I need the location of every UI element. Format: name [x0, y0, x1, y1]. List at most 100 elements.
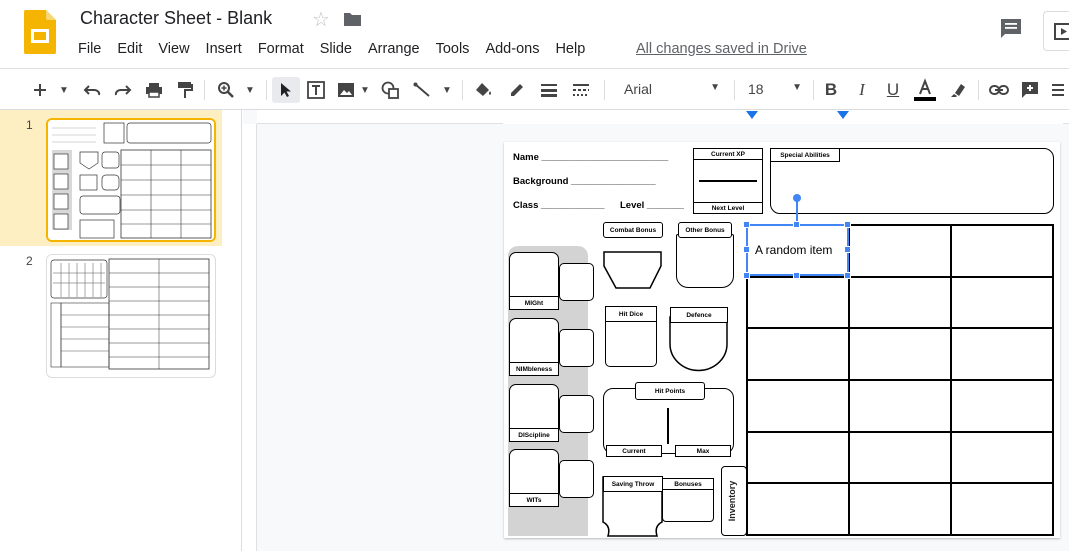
- discipline-modifier-box[interactable]: [559, 395, 594, 433]
- new-slide-icon[interactable]: [30, 77, 50, 103]
- vertical-ruler[interactable]: [243, 124, 257, 551]
- slides-logo-icon[interactable]: [24, 10, 56, 54]
- star-icon[interactable]: ☆: [312, 7, 330, 32]
- menu-addons[interactable]: Add-ons: [477, 40, 547, 58]
- shape-icon[interactable]: [378, 77, 402, 103]
- bold-icon[interactable]: B: [820, 77, 842, 103]
- border-color-icon[interactable]: [505, 77, 529, 103]
- text-box-icon[interactable]: [304, 77, 328, 103]
- inventory-label: Inventory: [727, 480, 737, 522]
- horizontal-ruler[interactable]: [257, 110, 1069, 124]
- text-color-icon[interactable]: [912, 77, 938, 103]
- selected-text-content[interactable]: A random item: [755, 243, 832, 257]
- document-title[interactable]: Character Sheet - Blank: [80, 8, 272, 29]
- resize-handle-bottom[interactable]: [793, 272, 800, 279]
- combat-bonus-shield-icon[interactable]: [603, 236, 663, 290]
- toolbar-divider: [604, 80, 605, 100]
- defence-shield-icon[interactable]: [669, 316, 729, 372]
- fill-color-icon[interactable]: [472, 77, 496, 103]
- right-indent-marker-icon[interactable]: [837, 111, 849, 119]
- border-dash-icon[interactable]: [569, 77, 593, 103]
- level-label: Level _______: [620, 200, 684, 211]
- menu-arrange[interactable]: Arrange: [360, 40, 428, 58]
- inventory-cell[interactable]: [848, 430, 952, 485]
- line-icon[interactable]: [410, 77, 434, 103]
- wits-modifier-box[interactable]: [559, 460, 594, 498]
- slide-thumbnail[interactable]: [46, 254, 216, 378]
- hit-dice-box[interactable]: [605, 320, 657, 367]
- inventory-cell[interactable]: [848, 378, 952, 433]
- ruler-text-area: [503, 110, 1063, 124]
- font-family-select[interactable]: Arial ▼: [620, 79, 724, 101]
- rotate-handle-icon[interactable]: [793, 194, 801, 202]
- inventory-cell[interactable]: [746, 327, 850, 381]
- menu-format[interactable]: Format: [250, 40, 312, 58]
- menu-bar: File Edit View Insert Format Slide Arran…: [70, 40, 593, 58]
- highlight-color-icon[interactable]: [946, 77, 970, 103]
- might-modifier-box[interactable]: [559, 263, 594, 301]
- resize-handle-bottom-left[interactable]: [743, 272, 750, 279]
- inventory-cell[interactable]: [950, 378, 1054, 433]
- menu-view[interactable]: View: [150, 40, 197, 58]
- menu-tools[interactable]: Tools: [428, 40, 478, 58]
- underline-icon[interactable]: U: [882, 77, 904, 103]
- more-options-icon[interactable]: [1048, 77, 1068, 103]
- inventory-cell[interactable]: [950, 275, 1054, 330]
- menu-insert[interactable]: Insert: [198, 40, 250, 58]
- inventory-cell[interactable]: [746, 378, 850, 433]
- new-slide-dropdown-icon[interactable]: ▼: [56, 77, 72, 103]
- paint-format-icon[interactable]: [173, 77, 197, 103]
- toolbar: ▼ ▼ ▼ ▼ Arial ▼ 18 ▼ B I U: [0, 68, 1069, 110]
- folder-icon[interactable]: [343, 12, 362, 27]
- font-size-select[interactable]: 18 ▼: [744, 79, 806, 101]
- comment-icon[interactable]: [999, 18, 1023, 40]
- print-icon[interactable]: [142, 77, 166, 103]
- inventory-cell[interactable]: [950, 327, 1054, 381]
- nimbleness-modifier-box[interactable]: [559, 329, 594, 367]
- resize-handle-top-left[interactable]: [743, 221, 750, 228]
- inventory-cell[interactable]: [848, 224, 952, 278]
- wits-label: WITs: [509, 493, 559, 507]
- italic-icon[interactable]: I: [851, 77, 873, 103]
- slide-number: 2: [26, 254, 33, 268]
- filmstrip-slide-1[interactable]: 1: [0, 110, 222, 246]
- menu-file[interactable]: File: [70, 40, 109, 58]
- resize-handle-right[interactable]: [844, 246, 851, 253]
- resize-handle-top-right[interactable]: [844, 221, 851, 228]
- insert-link-icon[interactable]: [987, 77, 1011, 103]
- resize-handle-top[interactable]: [793, 221, 800, 228]
- image-icon[interactable]: [334, 77, 358, 103]
- menu-help[interactable]: Help: [547, 40, 593, 58]
- inventory-cell[interactable]: [848, 327, 952, 381]
- inventory-cell[interactable]: [746, 275, 850, 330]
- resize-handle-left[interactable]: [743, 246, 750, 253]
- redo-icon[interactable]: [111, 77, 135, 103]
- select-tool-icon[interactable]: [272, 77, 300, 103]
- menu-slide[interactable]: Slide: [312, 40, 360, 58]
- add-comment-icon[interactable]: [1018, 77, 1042, 103]
- image-dropdown-icon[interactable]: ▼: [358, 77, 372, 103]
- undo-icon[interactable]: [80, 77, 104, 103]
- present-button[interactable]: [1043, 11, 1069, 51]
- filmstrip-slide-2[interactable]: 2: [0, 246, 222, 382]
- menu-edit[interactable]: Edit: [109, 40, 150, 58]
- font-family-dropdown-icon: ▼: [710, 82, 720, 93]
- slide-thumbnail[interactable]: [46, 118, 216, 242]
- inventory-cell[interactable]: [950, 430, 1054, 485]
- current-slide[interactable]: Name ________________________ Background…: [504, 142, 1060, 538]
- zoom-icon[interactable]: [214, 77, 238, 103]
- inventory-cell[interactable]: [848, 275, 952, 330]
- inventory-cell[interactable]: [950, 224, 1054, 278]
- inventory-cell[interactable]: [848, 482, 952, 536]
- line-dropdown-icon[interactable]: ▼: [440, 77, 454, 103]
- inventory-cell[interactable]: [746, 482, 850, 536]
- inventory-cell[interactable]: [950, 482, 1054, 536]
- inventory-cell[interactable]: [746, 430, 850, 485]
- other-bonus-box[interactable]: [676, 234, 734, 288]
- save-status-link[interactable]: All changes saved in Drive: [636, 41, 807, 57]
- border-weight-icon[interactable]: [537, 77, 561, 103]
- zoom-dropdown-icon[interactable]: ▼: [242, 77, 258, 103]
- next-level-label: Next Level: [693, 202, 763, 214]
- resize-handle-bottom-right[interactable]: [844, 272, 851, 279]
- indent-marker-icon[interactable]: [746, 111, 758, 119]
